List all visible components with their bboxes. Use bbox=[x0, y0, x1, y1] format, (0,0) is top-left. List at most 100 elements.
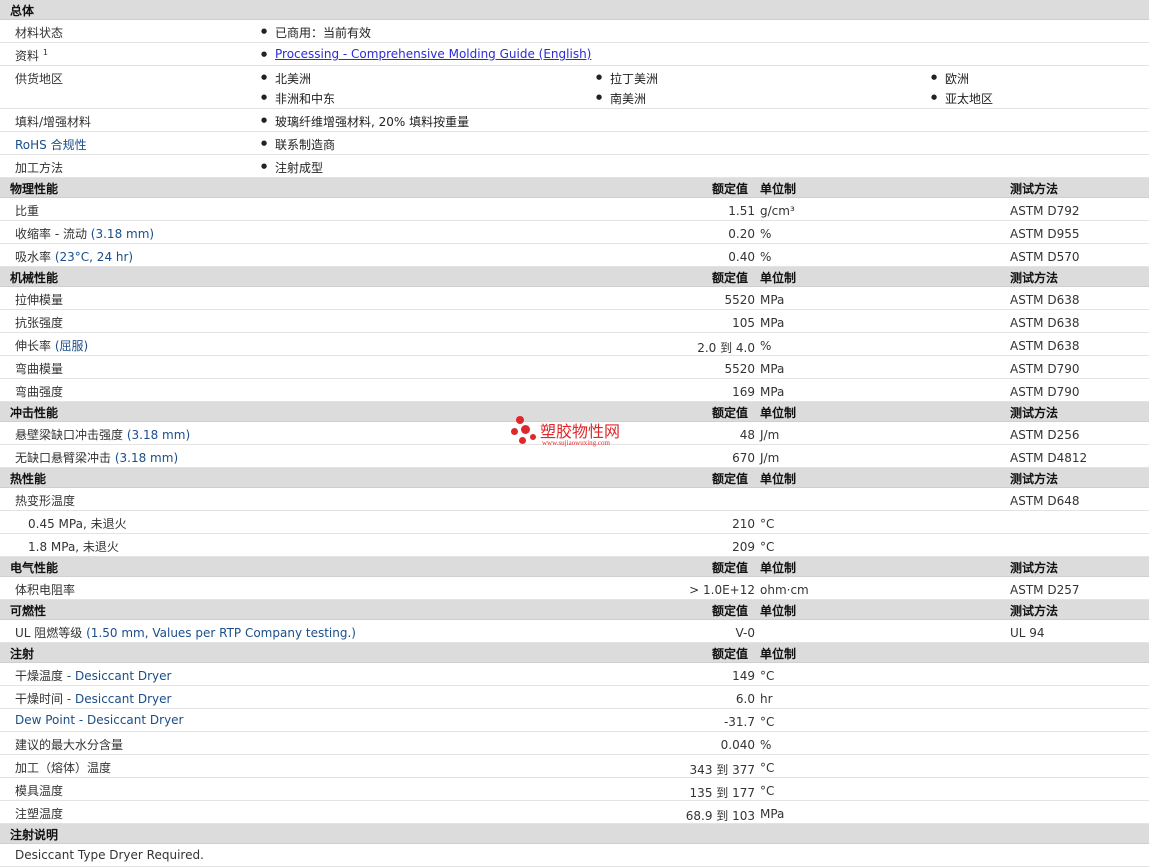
section-title: 注射说明 bbox=[10, 828, 59, 842]
property-name: 热变形温度 bbox=[15, 494, 76, 508]
nominal-value: 2.0 到 4.0 bbox=[697, 341, 755, 355]
property-label: 资料 1 bbox=[15, 47, 48, 64]
property-row: UL 阻燃等级 (1.50 mm, Values per RTP Company… bbox=[0, 620, 1149, 643]
property-condition: (屈服) bbox=[54, 339, 89, 353]
property-row: 1.8 MPa, 未退火 209 °C bbox=[0, 534, 1149, 557]
property-name: 干燥时间 bbox=[15, 692, 64, 706]
property-name: 1.8 MPa, 未退火 bbox=[28, 540, 119, 554]
column-header-unit: 单位制 bbox=[760, 271, 797, 285]
property-row: 弯曲强度 169 MPa ASTM D790 bbox=[0, 379, 1149, 402]
property-label: 1.8 MPa, 未退火 bbox=[28, 538, 119, 555]
nominal-value: 105 bbox=[732, 316, 755, 330]
property-row: 加工（熔体）温度 343 到 377 °C bbox=[0, 755, 1149, 778]
nominal-value: 48 bbox=[739, 428, 755, 442]
property-name: Desiccant Type Dryer Required. bbox=[15, 848, 204, 862]
column-header-test-method: 测试方法 bbox=[1010, 604, 1059, 618]
property-label: 收缩率 - 流动 (3.18 mm) bbox=[15, 225, 154, 242]
property-name: 悬壁梁缺口冲击强度 bbox=[15, 428, 124, 442]
info-value: 北美洲 bbox=[261, 70, 311, 87]
section-header: 总体 bbox=[0, 0, 1149, 20]
column-header-unit: 单位制 bbox=[760, 647, 797, 661]
property-row: 吸水率 (23°C, 24 hr) 0.40% ASTM D570 bbox=[0, 244, 1149, 267]
nominal-value: 5520 bbox=[724, 362, 755, 376]
unit-value: MPa bbox=[760, 385, 785, 399]
property-name: 比重 bbox=[15, 204, 40, 218]
column-header-nominal: 额定值 bbox=[712, 604, 749, 618]
unit-value: g/cm³ bbox=[760, 204, 795, 218]
property-row: 干燥温度 - Desiccant Dryer 149 °C bbox=[0, 663, 1149, 686]
info-value: 南美洲 bbox=[596, 90, 646, 107]
column-header-unit: 单位制 bbox=[760, 561, 797, 575]
footnote-marker: 1 bbox=[42, 48, 48, 57]
column-header-unit: 单位制 bbox=[760, 406, 797, 420]
property-row: 注塑温度 68.9 到 103 MPa bbox=[0, 801, 1149, 824]
property-name: 吸水率 bbox=[15, 250, 52, 264]
section-header: 注射说明 bbox=[0, 824, 1149, 844]
column-header-nominal: 额定值 bbox=[712, 271, 749, 285]
nominal-value: 209 bbox=[732, 540, 755, 554]
property-row: 拉伸模量 5520 MPa ASTM D638 bbox=[0, 287, 1149, 310]
column-header-test-method: 测试方法 bbox=[1010, 472, 1059, 486]
property-row: Dew Point - Desiccant Dryer -31.7 °C bbox=[0, 709, 1149, 732]
nominal-value: 670 bbox=[732, 451, 755, 465]
property-label: 吸水率 (23°C, 24 hr) bbox=[15, 248, 133, 265]
unit-value: °C bbox=[760, 761, 775, 775]
column-header-test-method: 测试方法 bbox=[1010, 271, 1059, 285]
property-name: 弯曲强度 bbox=[15, 385, 64, 399]
property-row: 干燥时间 - Desiccant Dryer 6.0 hr bbox=[0, 686, 1149, 709]
datasheet: 总体材料状态 已商用：当前有效资料 1 Processing - Comprehen… bbox=[0, 0, 1149, 867]
info-value: 欧洲 bbox=[931, 70, 969, 87]
test-method: ASTM D648 bbox=[1010, 494, 1080, 508]
column-header-unit: 单位制 bbox=[760, 472, 797, 486]
section-header: 可燃性 额定值 单位制 测试方法 bbox=[0, 600, 1149, 620]
property-row: 比重 1.51 g/cm³ ASTM D792 bbox=[0, 198, 1149, 221]
general-info-row: 加工方法 注射成型 bbox=[0, 155, 1149, 178]
unit-value: MPa bbox=[760, 807, 785, 821]
property-label: UL 阻燃等级 (1.50 mm, Values per RTP Company… bbox=[15, 624, 356, 641]
unit-value: % bbox=[760, 339, 772, 353]
nominal-value: 1.51 bbox=[728, 204, 755, 218]
property-name: 模具温度 bbox=[15, 784, 64, 798]
general-info-row: RoHS 合规性 联系制造商 bbox=[0, 132, 1149, 155]
general-info-row: 资料 1 Processing - Comprehensive Molding G… bbox=[0, 43, 1149, 66]
property-label: 抗张强度 bbox=[15, 314, 63, 331]
info-value: 拉丁美洲 bbox=[596, 70, 658, 87]
property-name: 加工（熔体）温度 bbox=[15, 761, 112, 775]
column-header-nominal: 额定值 bbox=[712, 561, 749, 575]
property-row: 伸长率 (屈服) 2.0 到 4.0% ASTM D638 bbox=[0, 333, 1149, 356]
nominal-value: 68.9 到 103 bbox=[685, 809, 755, 823]
unit-value: % bbox=[760, 227, 772, 241]
nominal-value: 6.0 bbox=[735, 692, 755, 706]
property-row: 0.45 MPa, 未退火 210 °C bbox=[0, 511, 1149, 534]
property-name: 抗张强度 bbox=[15, 316, 64, 330]
info-value: 已商用：当前有效 bbox=[261, 24, 371, 41]
property-label: 加工方法 bbox=[15, 159, 63, 176]
unit-value: MPa bbox=[760, 316, 785, 330]
property-label: 干燥时间 - Desiccant Dryer bbox=[15, 690, 171, 707]
column-header-nominal: 额定值 bbox=[712, 472, 749, 486]
document-link[interactable]: Processing - Comprehensive Molding Guide… bbox=[261, 47, 591, 61]
property-label: RoHS 合规性 bbox=[15, 136, 87, 153]
property-name: 填料/增强材料 bbox=[15, 115, 92, 129]
property-condition: (1.50 mm, Values per RTP Company testing… bbox=[86, 626, 356, 640]
property-label: 热变形温度 bbox=[15, 492, 75, 509]
info-value: 非洲和中东 bbox=[261, 90, 335, 107]
section-title: 注射 bbox=[10, 647, 35, 661]
note-text: Desiccant Type Dryer Required. bbox=[15, 848, 204, 862]
section-title: 可燃性 bbox=[10, 604, 47, 618]
info-value: 联系制造商 bbox=[261, 136, 335, 153]
unit-value: °C bbox=[760, 517, 775, 531]
general-info-row: 供货地区 北美洲 拉丁美洲 欧洲非洲和中东 南美洲 亚太地区 bbox=[0, 66, 1149, 109]
property-name: 收缩率 - 流动 bbox=[15, 227, 87, 241]
test-method: ASTM D638 bbox=[1010, 316, 1080, 330]
property-condition: - Desiccant Dryer bbox=[66, 669, 172, 683]
property-row: 热变形温度 ASTM D648 bbox=[0, 488, 1149, 511]
column-header-test-method: 测试方法 bbox=[1010, 182, 1059, 196]
info-value: 亚太地区 bbox=[931, 90, 993, 107]
property-label: 弯曲模量 bbox=[15, 360, 63, 377]
section-header: 电气性能 额定值 单位制 测试方法 bbox=[0, 557, 1149, 577]
nominal-value: -31.7 bbox=[723, 715, 755, 729]
column-header-unit: 单位制 bbox=[760, 604, 797, 618]
property-label: 0.45 MPa, 未退火 bbox=[28, 515, 127, 532]
property-label: 加工（熔体）温度 bbox=[15, 759, 111, 776]
